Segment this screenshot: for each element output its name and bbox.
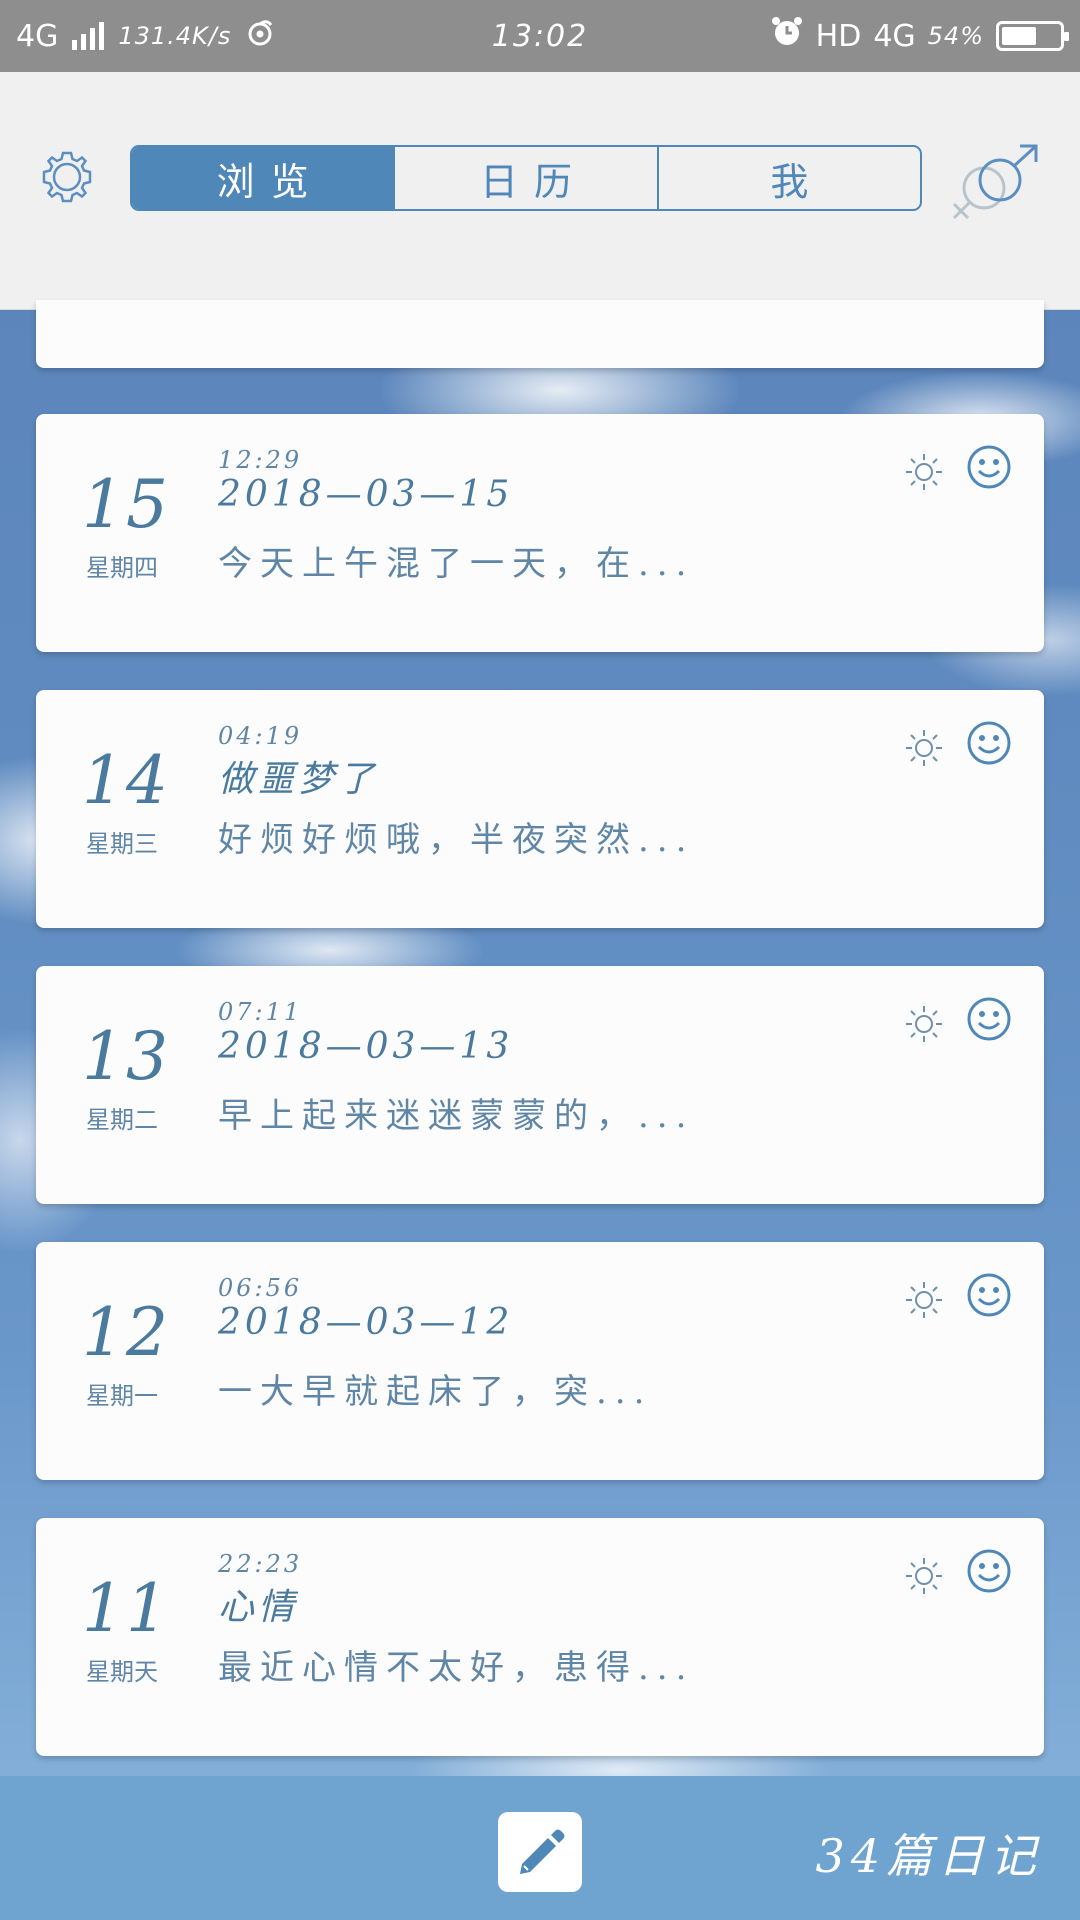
entry-title: 心情 (218, 1587, 299, 1628)
entry-time: 12:29 (218, 446, 303, 474)
diary-entry-card[interactable]: 06:56 12 2018—03—12 星期一 一大早就起床了，突... (36, 1242, 1044, 1480)
network-type-right: 4G (873, 18, 916, 54)
entry-excerpt: 好烦好烦哦，半夜突然... (218, 820, 695, 860)
entry-title: 2018—03—15 (218, 474, 514, 515)
gender-toggle-icon[interactable] (948, 144, 1044, 220)
entry-weekday: 星期二 (86, 1106, 158, 1134)
entry-day: 11 (82, 1570, 170, 1647)
tab-me[interactable]: 我 (659, 147, 920, 209)
entry-excerpt: 一大早就起床了，突... (218, 1372, 653, 1412)
smile-icon (967, 1549, 1011, 1593)
entry-day: 13 (82, 1018, 170, 1095)
smile-icon (967, 721, 1011, 765)
sun-icon (906, 454, 942, 490)
diary-entry-card[interactable]: 04:19 14 做噩梦了 星期三 好烦好烦哦，半夜突然... (36, 690, 1044, 928)
sun-icon (906, 1006, 942, 1042)
new-entry-button[interactable] (498, 1812, 582, 1892)
entry-time: 22:23 (218, 1550, 303, 1578)
entry-time: 04:19 (218, 722, 303, 750)
sun-icon (906, 1282, 942, 1318)
entry-weekday: 星期三 (86, 830, 158, 858)
sun-icon (906, 730, 942, 766)
entry-time: 06:56 (218, 1274, 303, 1302)
diary-entry-card[interactable]: 07:11 13 2018—03—13 星期二 早上起来迷迷蒙蒙的，... (36, 966, 1044, 1204)
alarm-icon (770, 15, 804, 57)
entry-weekday: 星期一 (86, 1382, 158, 1410)
entry-time: 07:11 (218, 998, 303, 1026)
settings-gear-icon[interactable] (38, 148, 96, 206)
entry-excerpt: 今天上午混了一天，在... (218, 544, 695, 584)
entry-title: 做噩梦了 (218, 759, 379, 800)
diary-entry-card[interactable]: 12:29 15 2018—03—15 星期四 今天上午混了一天，在... (36, 414, 1044, 652)
entry-weekday: 星期天 (86, 1658, 158, 1686)
tab-bar: 浏览 日历 我 (130, 145, 922, 211)
entry-weekday: 星期四 (86, 554, 158, 582)
list-item-partial[interactable] (36, 300, 1044, 368)
entry-excerpt: 早上起来迷迷蒙蒙的，... (218, 1096, 695, 1136)
pencil-icon (520, 1829, 565, 1874)
status-bar: 4G 131.4K/s 13:02 HD 4G 54% (0, 0, 1080, 72)
diary-entry-card[interactable]: 22:23 11 心情 星期天 最近心情不太好，患得... (36, 1518, 1044, 1756)
tab-calendar[interactable]: 日历 (395, 147, 659, 209)
bottom-bar: 34篇日记 (0, 1776, 1080, 1920)
status-right: HD 4G 54% (770, 0, 1069, 72)
entry-day: 12 (82, 1294, 170, 1371)
app-header: 浏览 日历 我 (0, 72, 1080, 310)
diary-count: 34篇日记 (815, 1829, 1042, 1883)
entry-day: 15 (82, 466, 170, 543)
hd-badge: HD (815, 18, 862, 54)
tab-browse[interactable]: 浏览 (132, 147, 396, 209)
smile-icon (967, 445, 1011, 489)
battery-percent: 54% (927, 22, 984, 50)
smile-icon (967, 1273, 1011, 1317)
entry-excerpt: 最近心情不太好，患得... (218, 1648, 695, 1688)
battery-icon (996, 21, 1069, 51)
entry-title: 2018—03—12 (218, 1302, 514, 1343)
smile-icon (967, 997, 1011, 1041)
entry-day: 14 (82, 742, 170, 819)
entry-title: 2018—03—13 (218, 1026, 514, 1067)
sun-icon (906, 1558, 942, 1594)
